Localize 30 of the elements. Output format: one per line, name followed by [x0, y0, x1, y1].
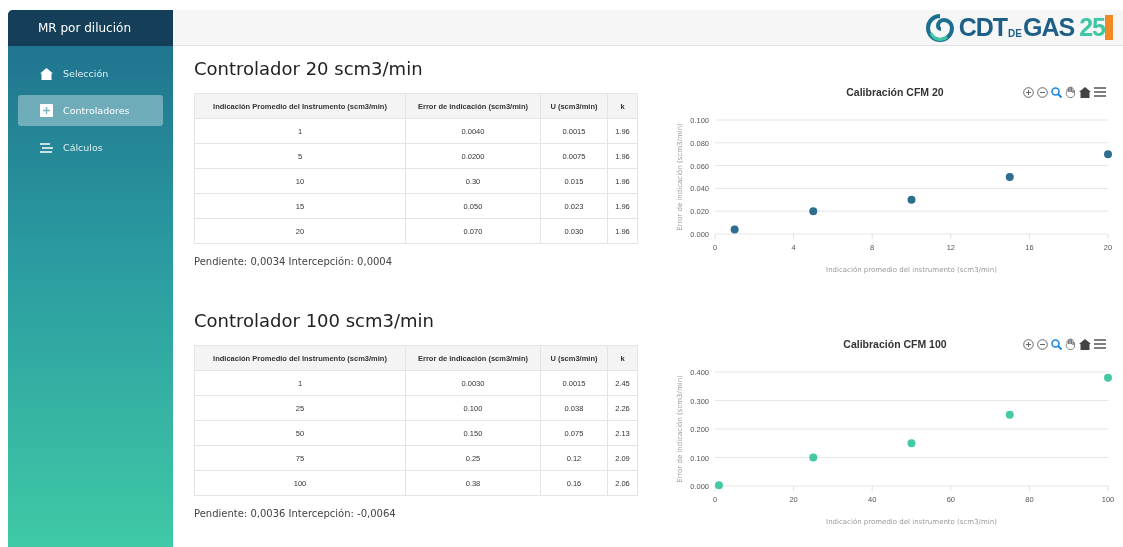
zoom-in-icon[interactable] [1023, 338, 1034, 350]
section-title: Controlador 100 scm3/min [194, 310, 435, 331]
home-icon[interactable] [1079, 338, 1091, 350]
app-title: MR por dilución [38, 21, 131, 35]
logo-badge: 25 [1079, 15, 1113, 40]
plus-icon [40, 104, 53, 117]
zoom-out-icon[interactable] [1037, 338, 1048, 350]
regression-summary: Pendiente: 0,0036 Intercepción: -0,0064 [194, 508, 397, 519]
chart-title: Calibración CFM 20 [846, 86, 944, 98]
hand-icon[interactable] [1065, 338, 1076, 350]
section-title: Controlador 20 scm3/min [194, 58, 424, 79]
regression-summary: Pendiente: 0,0034 Intercepción: 0,0004 [194, 256, 394, 267]
search-icon[interactable] [1051, 86, 1062, 98]
home-icon [40, 67, 53, 80]
list-icon [40, 142, 53, 153]
chart-title: Calibración CFM 100 [843, 338, 947, 350]
menu-icon[interactable] [1094, 87, 1106, 97]
nav-item[interactable]: Selección [18, 58, 163, 89]
logo-text: DE [1008, 28, 1022, 39]
zoom-in-icon[interactable] [1023, 86, 1034, 98]
logo-text: GAS [1023, 15, 1075, 40]
nav-item[interactable]: Controladores [18, 95, 163, 126]
home-icon[interactable] [1079, 86, 1091, 98]
zoom-out-icon[interactable] [1037, 86, 1048, 98]
menu-icon[interactable] [1094, 339, 1106, 349]
swirl-logo-icon [924, 12, 955, 43]
search-icon[interactable] [1051, 338, 1062, 350]
hand-icon[interactable] [1065, 86, 1076, 98]
logo-text: CDT [958, 15, 1008, 40]
nav-item[interactable]: Cálculos [18, 132, 163, 163]
